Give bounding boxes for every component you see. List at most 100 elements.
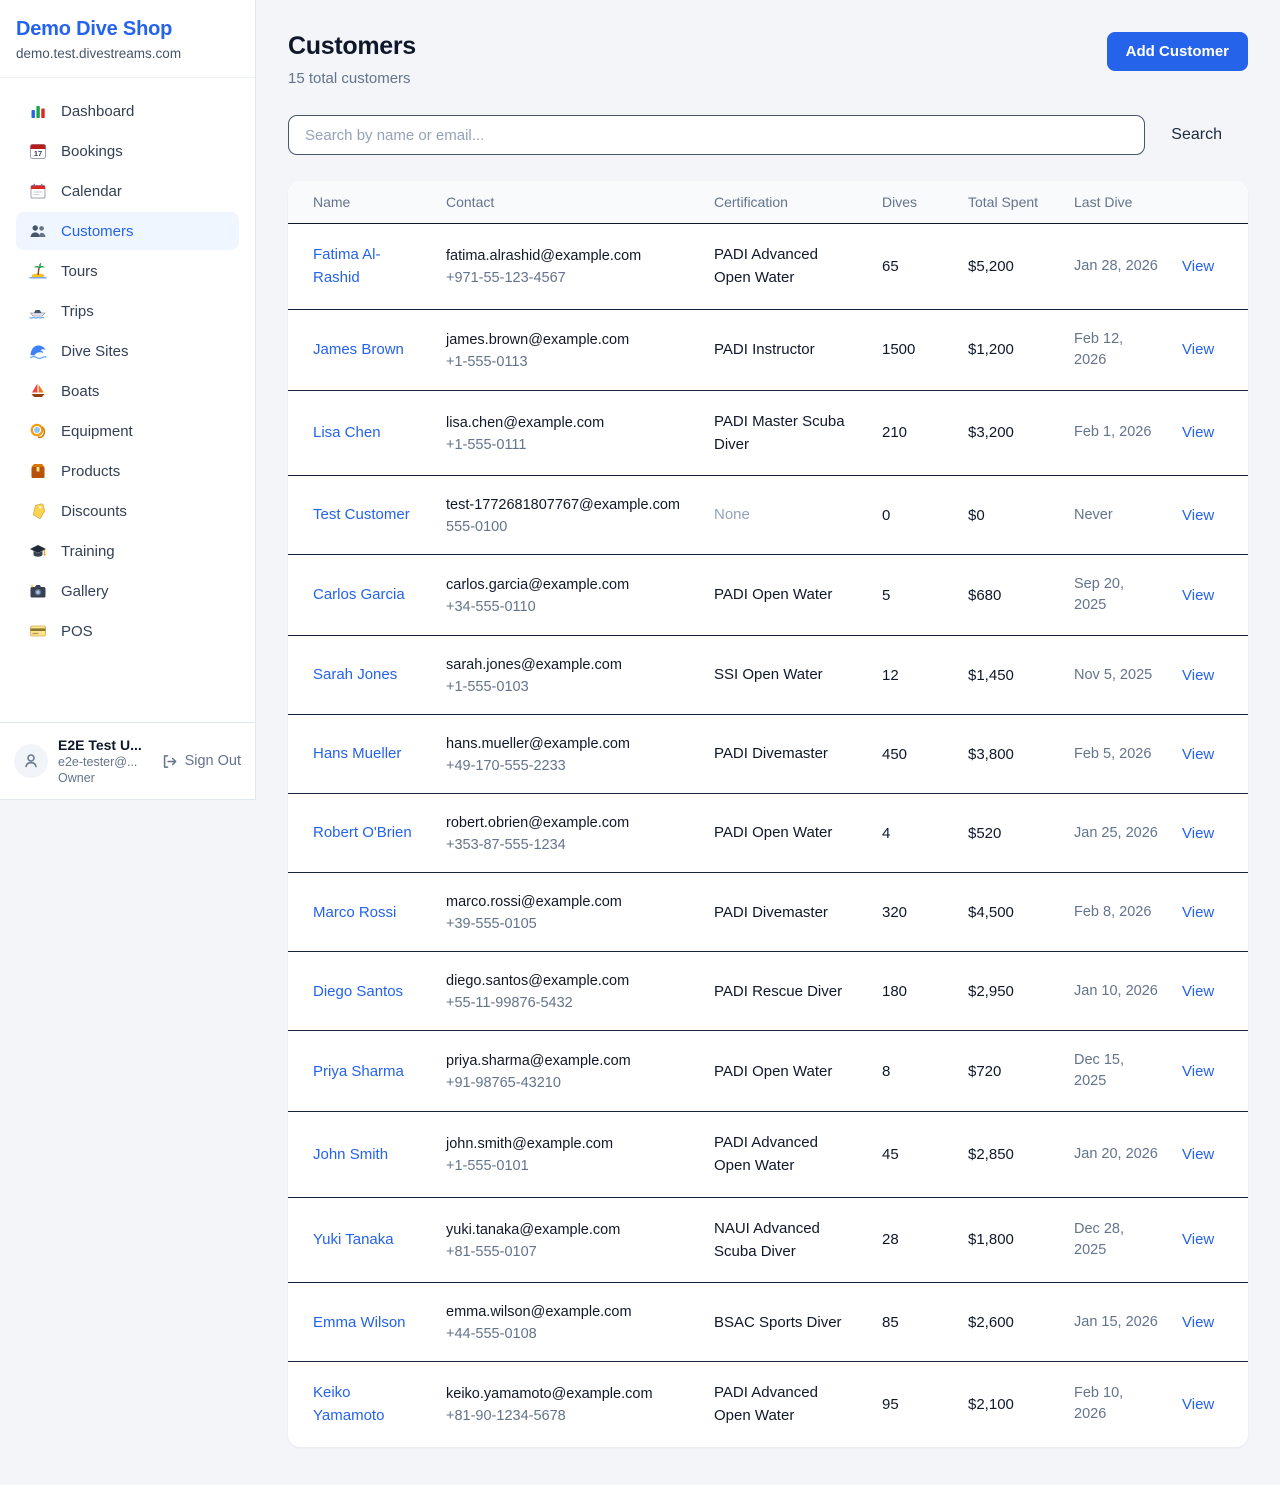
customer-last-dive: Nov 5, 2025 xyxy=(1062,636,1170,715)
customer-last-dive: Jan 25, 2026 xyxy=(1062,794,1170,873)
sidebar-item-products[interactable]: Products xyxy=(16,452,239,490)
customer-name-link[interactable]: James Brown xyxy=(313,338,404,361)
customer-name-link[interactable]: Lisa Chen xyxy=(313,421,381,444)
sidebar-item-label: Tours xyxy=(61,263,98,280)
customer-name-link[interactable]: Test Customer xyxy=(313,503,410,526)
customer-phone: +353-87-555-1234 xyxy=(446,837,690,853)
customer-name-link[interactable]: Diego Santos xyxy=(313,980,403,1003)
search-button[interactable]: Search xyxy=(1145,118,1248,152)
search-bar: Search xyxy=(288,115,1248,155)
customer-name-link[interactable]: Keiko Yamamoto xyxy=(313,1381,422,1428)
customer-email: lisa.chen@example.com xyxy=(446,413,690,434)
view-customer-link[interactable]: View xyxy=(1182,1146,1214,1163)
sidebar-nav: Dashboard 17BookingsCalendar Customers Tour… xyxy=(0,78,255,722)
sidebar-item-discounts[interactable]: Discounts xyxy=(16,492,239,530)
view-customer-link[interactable]: View xyxy=(1182,341,1214,358)
table-row: Test Customertest-1772681807767@example.… xyxy=(288,476,1248,555)
page-title: Customers xyxy=(288,32,416,61)
sidebar-item-gallery[interactable]: Gallery xyxy=(16,572,239,610)
view-customer-link[interactable]: View xyxy=(1182,587,1214,604)
sidebar-item-training[interactable]: Training xyxy=(16,532,239,570)
sidebar-item-boats[interactable]: Boats xyxy=(16,372,239,410)
customer-total-spent: $4,500 xyxy=(956,873,1062,952)
sidebar-item-label: Customers xyxy=(61,223,134,240)
view-customer-link[interactable]: View xyxy=(1182,667,1214,684)
customer-total-spent: $1,800 xyxy=(956,1197,1062,1283)
view-customer-link[interactable]: View xyxy=(1182,1396,1214,1413)
sidebar-item-tours[interactable]: Tours xyxy=(16,252,239,290)
sidebar-item-trips[interactable]: Trips xyxy=(16,292,239,330)
view-customer-link[interactable]: View xyxy=(1182,746,1214,763)
sidebar-item-label: Products xyxy=(61,463,120,480)
view-customer-link[interactable]: View xyxy=(1182,825,1214,842)
customer-total-spent: $3,200 xyxy=(956,390,1062,476)
customer-name-link[interactable]: Sarah Jones xyxy=(313,663,397,686)
customer-total-spent: $5,200 xyxy=(956,224,1062,310)
customer-dives: 12 xyxy=(870,636,956,715)
customers-table-card: NameContactCertificationDivesTotal Spent… xyxy=(288,181,1248,1447)
view-customer-link[interactable]: View xyxy=(1182,1231,1214,1248)
customer-total-spent: $1,450 xyxy=(956,636,1062,715)
sidebar-item-dive-sites[interactable]: Dive Sites xyxy=(16,332,239,370)
view-customer-link[interactable]: View xyxy=(1182,507,1214,524)
sidebar-item-calendar[interactable]: Calendar xyxy=(16,172,239,210)
column-header-actions xyxy=(1170,181,1248,224)
view-customer-link[interactable]: View xyxy=(1182,1063,1214,1080)
customer-name-link[interactable]: Marco Rossi xyxy=(313,901,396,924)
customer-name-link[interactable]: Yuki Tanaka xyxy=(313,1228,394,1251)
customer-name-link[interactable]: Fatima Al-Rashid xyxy=(313,243,422,290)
sign-out-button[interactable]: Sign Out xyxy=(161,753,241,770)
customer-name-link[interactable]: Carlos Garcia xyxy=(313,583,405,606)
customer-certification: PADI Advanced Open Water xyxy=(714,1131,858,1178)
sidebar-item-label: Trips xyxy=(61,303,94,320)
table-header: NameContactCertificationDivesTotal Spent… xyxy=(288,181,1248,224)
column-header-name: Name xyxy=(288,181,434,224)
customer-certification: PADI Instructor xyxy=(714,338,815,361)
customer-total-spent: $0 xyxy=(956,476,1062,555)
customer-last-dive: Feb 12, 2026 xyxy=(1062,309,1170,390)
customer-last-dive: Never xyxy=(1062,476,1170,555)
table-row: Priya Sharma priya.sharma@example.com +91-… xyxy=(288,1031,1248,1112)
table-row: Yuki Tanakayuki.tanaka@example.com+81-55… xyxy=(288,1197,1248,1283)
customer-phone: +91-98765-43210 xyxy=(446,1075,690,1091)
sidebar-item-dashboard[interactable]: Dashboard xyxy=(16,92,239,130)
customer-certification: None xyxy=(714,503,750,526)
sidebar-item-pos[interactable]: POS xyxy=(16,612,239,650)
add-customer-button[interactable]: Add Customer xyxy=(1107,32,1248,71)
customer-email: yuki.tanaka@example.com xyxy=(446,1220,690,1241)
sidebar-item-customers[interactable]: Customers xyxy=(16,212,239,250)
view-customer-link[interactable]: View xyxy=(1182,983,1214,1000)
customers-table: NameContactCertificationDivesTotal Spent… xyxy=(288,181,1248,1447)
table-body: Fatima Al-Rashidfatima.alrashid@example.… xyxy=(288,224,1248,1447)
customer-total-spent: $1,200 xyxy=(956,309,1062,390)
column-header-total-spent: Total Spent xyxy=(956,181,1062,224)
customer-name-link[interactable]: Emma Wilson xyxy=(313,1311,406,1334)
view-customer-link[interactable]: View xyxy=(1182,904,1214,921)
main-content: Customers 15 total customers Add Custome… xyxy=(256,0,1280,1481)
sidebar-item-equipment[interactable]: Equipment xyxy=(16,412,239,450)
sidebar-item-label: Training xyxy=(61,543,115,560)
customer-email: robert.obrien@example.com xyxy=(446,813,690,834)
customer-certification: PADI Advanced Open Water xyxy=(714,1381,858,1428)
customer-name-link[interactable]: Priya Sharma xyxy=(313,1060,404,1083)
search-input[interactable] xyxy=(288,115,1145,155)
customer-certification: PADI Open Water xyxy=(714,1060,832,1083)
view-customer-link[interactable]: View xyxy=(1182,1314,1214,1331)
person-icon xyxy=(22,752,40,770)
wave-icon xyxy=(28,342,48,360)
customer-email: priya.sharma@example.com xyxy=(446,1051,690,1072)
customer-dives: 28 xyxy=(870,1197,956,1283)
customer-total-spent: $2,600 xyxy=(956,1283,1062,1362)
sidebar-item-bookings[interactable]: 17Bookings xyxy=(16,132,239,170)
user-email: e2e-tester@... xyxy=(58,755,151,769)
customer-name-link[interactable]: John Smith xyxy=(313,1143,388,1166)
view-customer-link[interactable]: View xyxy=(1182,424,1214,441)
sidebar-item-label: Dashboard xyxy=(61,103,134,120)
customer-name-link[interactable]: Robert O'Brien xyxy=(313,821,412,844)
customer-dives: 45 xyxy=(870,1112,956,1198)
customer-dives: 320 xyxy=(870,873,956,952)
view-customer-link[interactable]: View xyxy=(1182,258,1214,275)
customer-certification: PADI Open Water xyxy=(714,583,832,606)
customer-email: john.smith@example.com xyxy=(446,1134,690,1155)
customer-name-link[interactable]: Hans Mueller xyxy=(313,742,401,765)
